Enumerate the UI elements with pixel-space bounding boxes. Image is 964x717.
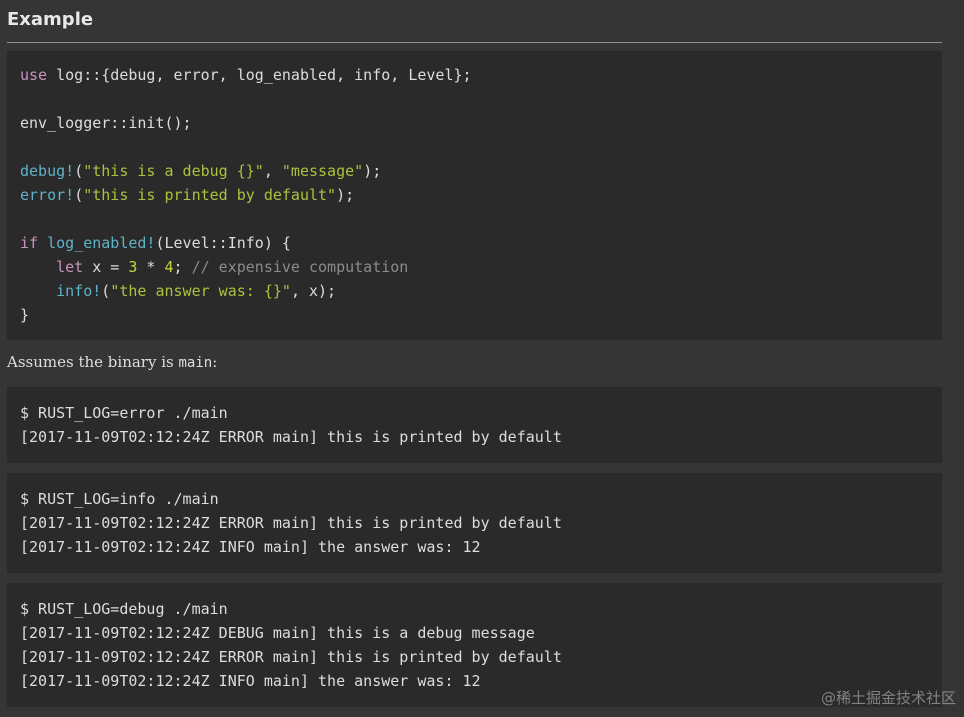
- terminal-output-line: [2017-11-09T02:12:24Z INFO main] the ans…: [20, 538, 481, 556]
- string-literal: "message": [281, 162, 364, 180]
- let-binding: x =: [83, 258, 129, 276]
- macro-error: error!: [20, 186, 75, 204]
- code-line-let: let x = 3 * 4; // expensive computation: [20, 255, 929, 279]
- macro-log-enabled: log_enabled!: [47, 234, 156, 252]
- macro-debug: debug!: [20, 162, 75, 180]
- keyword-let: let: [56, 258, 84, 276]
- terminal-output-line: [2017-11-09T02:12:24Z DEBUG main] this i…: [20, 624, 535, 642]
- keyword-use: use: [20, 66, 48, 84]
- code-line-debug: debug!("this is a debug {}", "message");: [20, 159, 929, 183]
- punct: (: [74, 162, 84, 180]
- string-literal: "this is printed by default": [83, 186, 337, 204]
- code-comment: // expensive computation: [191, 258, 409, 276]
- binary-name: main: [178, 355, 213, 371]
- terminal-output-line: [2017-11-09T02:12:24Z ERROR main] this i…: [20, 648, 562, 666]
- operator: *: [137, 258, 165, 276]
- terminal-output-line: [2017-11-09T02:12:24Z INFO main] the ans…: [20, 672, 481, 690]
- if-condition: (Level::Info) {: [155, 234, 291, 252]
- terminal-block-error: $ RUST_LOG=error ./main [2017-11-09T02:1…: [7, 387, 942, 463]
- note-suffix: :: [212, 353, 218, 371]
- punct: ;: [173, 258, 192, 276]
- code-line-init: env_logger::init();: [20, 111, 929, 135]
- closing-brace: }: [20, 306, 30, 324]
- terminal-block-info: $ RUST_LOG=info ./main [2017-11-09T02:12…: [7, 473, 942, 573]
- code-line-info: info!("the answer was: {}", x);: [20, 279, 929, 303]
- rust-code-block: use log::{debug, error, log_enabled, inf…: [7, 51, 942, 340]
- note-text: Assumes the binary is: [7, 353, 179, 371]
- terminal-command: $ RUST_LOG=error ./main: [20, 404, 228, 422]
- macro-info: info!: [56, 282, 102, 300]
- code-line-error: error!("this is printed by default");: [20, 183, 929, 207]
- code-line-use: use log::{debug, error, log_enabled, inf…: [20, 63, 929, 87]
- string-literal: "this is a debug {}": [83, 162, 264, 180]
- heading-divider: [7, 42, 942, 43]
- punct: (: [101, 282, 111, 300]
- punct: , x);: [290, 282, 337, 300]
- punct: (: [74, 186, 84, 204]
- terminal-output-line: [2017-11-09T02:12:24Z ERROR main] this i…: [20, 514, 562, 532]
- terminal-command: $ RUST_LOG=debug ./main: [20, 600, 228, 618]
- code-line-close: }: [20, 303, 929, 327]
- punct: );: [336, 186, 355, 204]
- terminal-output-line: [2017-11-09T02:12:24Z ERROR main] this i…: [20, 428, 562, 446]
- binary-note: Assumes the binary is main:: [7, 353, 217, 371]
- code-line-if: if log_enabled!(Level::Info) {: [20, 231, 929, 255]
- punct: ,: [263, 162, 282, 180]
- terminal-block-debug: $ RUST_LOG=debug ./main [2017-11-09T02:1…: [7, 583, 942, 707]
- use-path: log::{debug, error, log_enabled, info, L…: [47, 66, 472, 84]
- string-literal: "the answer was: {}": [110, 282, 291, 300]
- init-call: env_logger::init();: [20, 114, 192, 132]
- keyword-if: if: [20, 234, 39, 252]
- terminal-command: $ RUST_LOG=info ./main: [20, 490, 219, 508]
- section-heading: Example: [7, 9, 94, 30]
- watermark: @稀土掘金技术社区: [820, 689, 956, 707]
- punct: );: [363, 162, 382, 180]
- number-literal: 4: [164, 258, 174, 276]
